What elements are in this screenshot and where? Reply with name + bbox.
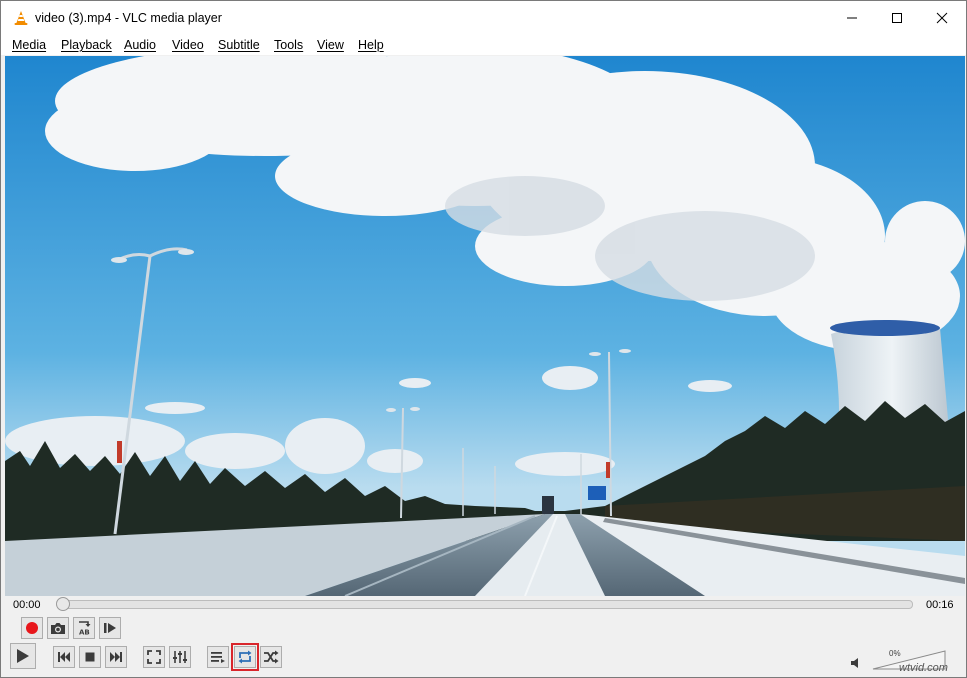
loop-button[interactable] xyxy=(231,643,259,671)
record-button[interactable] xyxy=(21,617,43,639)
previous-button[interactable] xyxy=(53,646,75,668)
next-button[interactable] xyxy=(105,646,127,668)
playlist-icon xyxy=(211,652,225,663)
menu-help[interactable]: Help xyxy=(358,38,384,52)
video-display[interactable] xyxy=(5,56,965,596)
menu-subtitle[interactable]: Subtitle xyxy=(218,38,260,52)
svg-text:AB: AB xyxy=(79,629,90,637)
maximize-button[interactable] xyxy=(874,1,920,35)
volume-percent: 0% xyxy=(889,649,901,658)
window-title: video (3).mp4 - VLC media player xyxy=(35,11,222,25)
menu-bar: Media Playback Audio Video Subtitle Tool… xyxy=(1,35,966,55)
stop-button[interactable] xyxy=(79,646,101,668)
previous-icon xyxy=(58,652,70,662)
loop-ab-icon: AB xyxy=(79,621,91,637)
frame-step-icon xyxy=(104,623,116,633)
title-bar[interactable]: video (3).mp4 - VLC media player xyxy=(1,1,966,35)
minimize-button[interactable] xyxy=(829,1,875,35)
menu-audio[interactable]: Audio xyxy=(124,38,156,52)
menu-tools[interactable]: Tools xyxy=(274,38,303,52)
total-time: 00:16 xyxy=(926,599,954,611)
vlc-window: video (3).mp4 - VLC media player Media P… xyxy=(0,0,967,678)
shuffle-button[interactable] xyxy=(260,646,282,668)
fullscreen-icon xyxy=(147,650,161,664)
frame-step-button[interactable] xyxy=(99,617,121,639)
playlist-button[interactable] xyxy=(207,646,229,668)
seek-handle[interactable] xyxy=(56,597,70,611)
loop-ab-button[interactable]: AB xyxy=(73,617,95,639)
watermark: wtvid.com xyxy=(899,662,948,674)
menu-playback[interactable]: Playback xyxy=(61,38,112,52)
close-button[interactable] xyxy=(919,1,965,35)
menu-media[interactable]: Media xyxy=(12,38,46,52)
snapshot-icon xyxy=(51,623,65,634)
elapsed-time: 00:00 xyxy=(13,599,41,611)
menu-video[interactable]: Video xyxy=(172,38,204,52)
speaker-icon[interactable] xyxy=(850,657,862,669)
minimize-icon xyxy=(847,17,857,19)
seek-bar[interactable] xyxy=(59,600,913,609)
vlc-cone-icon xyxy=(14,11,28,25)
record-icon xyxy=(26,622,38,634)
shuffle-icon xyxy=(264,650,279,664)
snapshot-button[interactable] xyxy=(47,617,69,639)
stop-icon xyxy=(85,652,95,662)
loop-icon xyxy=(238,650,252,664)
extended-settings-icon xyxy=(173,651,187,663)
fullscreen-button[interactable] xyxy=(143,646,165,668)
extended-settings-button[interactable] xyxy=(169,646,191,668)
menu-view[interactable]: View xyxy=(317,38,344,52)
next-icon xyxy=(110,652,122,662)
play-button[interactable] xyxy=(10,643,36,669)
close-icon xyxy=(936,12,948,24)
maximize-icon xyxy=(892,13,902,23)
play-icon xyxy=(17,649,29,663)
video-frame xyxy=(5,56,965,596)
